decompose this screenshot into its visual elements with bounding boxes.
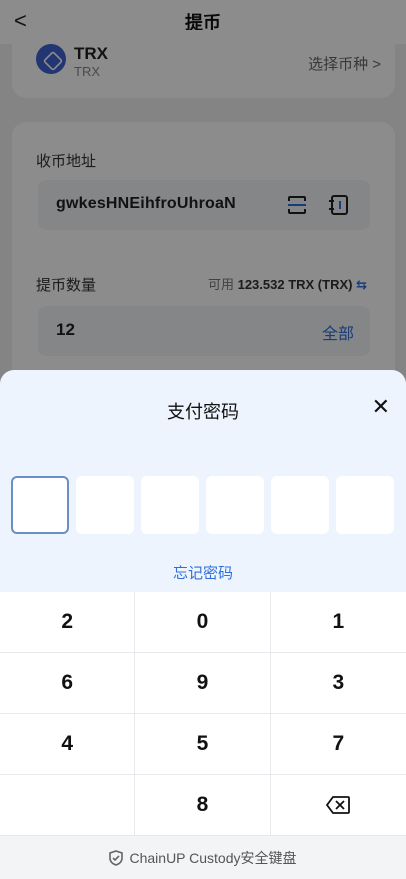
- backspace-icon: [326, 796, 351, 814]
- forgot-password-link[interactable]: 忘记密码: [0, 562, 406, 583]
- key-2[interactable]: 2: [0, 592, 136, 653]
- key-9[interactable]: 9: [135, 653, 271, 714]
- password-digit-box[interactable]: [141, 476, 199, 534]
- password-digit-box[interactable]: [206, 476, 264, 534]
- close-icon[interactable]: ✕: [372, 394, 390, 420]
- password-digit-box[interactable]: [336, 476, 394, 534]
- key-6[interactable]: 6: [0, 653, 136, 714]
- password-digit-box[interactable]: [271, 476, 329, 534]
- key-3[interactable]: 3: [270, 653, 406, 714]
- password-input[interactable]: [11, 476, 394, 534]
- key-0[interactable]: 0: [135, 592, 271, 653]
- keyboard-footer: ChainUP Custody安全键盘: [0, 836, 406, 879]
- sheet-title: 支付密码: [167, 402, 239, 422]
- payment-password-sheet: 支付密码 ✕ 忘记密码 2 0 1 6 9 3 4 5 7 8 ChainUP …: [0, 370, 406, 879]
- key-8[interactable]: 8: [135, 775, 271, 836]
- shield-icon: [109, 849, 124, 866]
- backspace-key[interactable]: [270, 775, 406, 836]
- key-5[interactable]: 5: [135, 714, 271, 775]
- key-4[interactable]: 4: [0, 714, 136, 775]
- footer-label: ChainUP Custody安全键盘: [129, 849, 297, 866]
- key-blank: [0, 775, 136, 836]
- key-1[interactable]: 1: [270, 592, 406, 653]
- password-digit-box[interactable]: [11, 476, 69, 534]
- secure-keypad: 2 0 1 6 9 3 4 5 7 8: [0, 592, 406, 836]
- key-7[interactable]: 7: [270, 714, 406, 775]
- password-digit-box[interactable]: [76, 476, 134, 534]
